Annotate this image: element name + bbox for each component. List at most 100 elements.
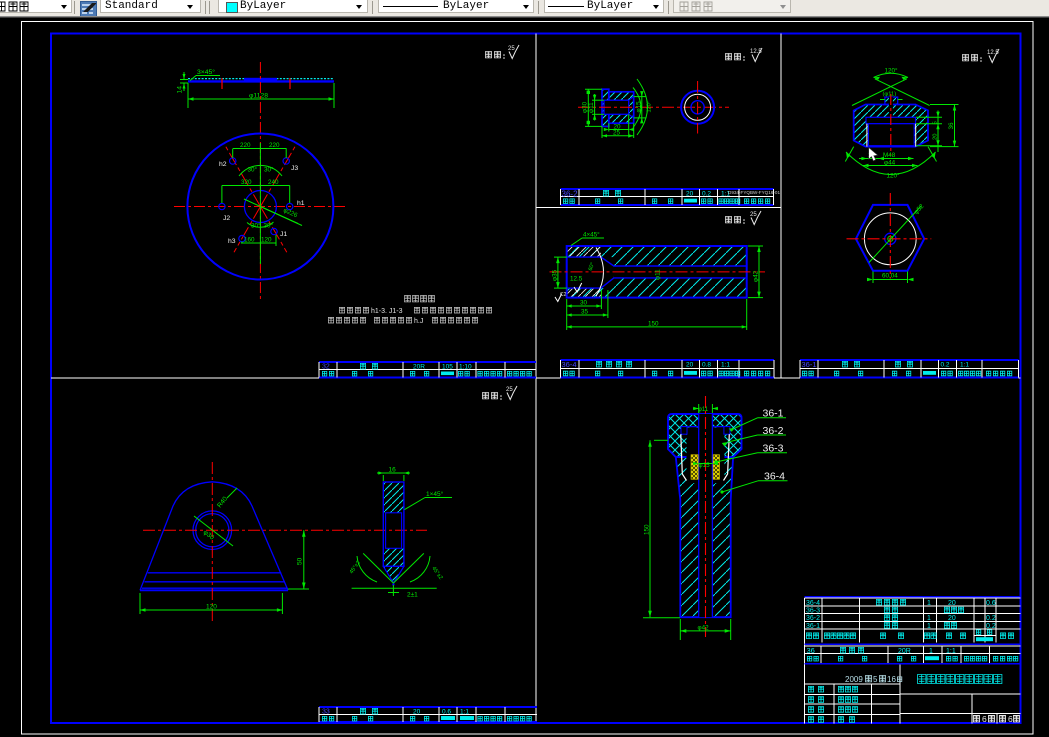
svg-text:0.2: 0.2 (941, 362, 950, 369)
svg-text:20: 20 (686, 362, 694, 369)
svg-text:4×45°: 4×45° (583, 231, 600, 239)
svg-text:20: 20 (413, 708, 421, 715)
svg-text:J1: J1 (280, 231, 287, 238)
svg-text:33: 33 (322, 709, 330, 716)
svg-text:20: 20 (932, 134, 938, 140)
svg-text:36: 36 (807, 646, 815, 655)
svg-text:20R: 20R (898, 648, 911, 655)
svg-text:h3: h3 (228, 238, 236, 245)
svg-text:6: 6 (1008, 714, 1013, 724)
svg-text:1: 1 (929, 648, 933, 655)
svg-text:h1: h1 (297, 200, 305, 207)
svg-text:1: 1 (927, 623, 931, 630)
svg-text:φ11: φ11 (698, 407, 709, 413)
svg-text:0.2: 0.2 (986, 623, 996, 630)
svg-text:D934-FYQBW-FYQ16-01: D934-FYQBW-FYQ16-01 (728, 190, 780, 195)
svg-text:25: 25 (508, 46, 515, 52)
svg-text:h.J: h.J (414, 318, 423, 325)
svg-text:(φ11): (φ11) (883, 92, 897, 98)
svg-text:3×45°: 3×45° (197, 68, 215, 76)
svg-text:150: 150 (644, 524, 651, 535)
svg-text:120°: 120° (647, 101, 653, 112)
svg-text:36-2: 36-2 (806, 615, 820, 622)
svg-text:36-2: 36-2 (562, 189, 579, 198)
svg-text:20: 20 (686, 191, 694, 198)
svg-text:20: 20 (948, 615, 956, 622)
svg-text:25: 25 (613, 130, 621, 137)
svg-text:J3: J3 (291, 165, 298, 172)
svg-text:h1-3. J1-3: h1-3. J1-3 (371, 308, 403, 315)
svg-text:0.8: 0.8 (702, 362, 711, 369)
svg-text:20: 20 (948, 600, 956, 607)
svg-text:30°: 30° (248, 166, 258, 174)
svg-text:25: 25 (750, 212, 757, 218)
svg-text:1:1: 1:1 (946, 648, 956, 655)
svg-text:32: 32 (322, 364, 330, 371)
svg-text:0.6: 0.6 (442, 708, 451, 715)
svg-text:36-1: 36-1 (763, 408, 784, 420)
svg-text:12.5: 12.5 (750, 49, 762, 55)
svg-text:30°: 30° (264, 166, 274, 174)
svg-text:45°±2: 45°±2 (430, 566, 443, 581)
svg-text:16: 16 (887, 675, 896, 684)
svg-text:120: 120 (261, 237, 272, 244)
svg-text:φ11: φ11 (655, 269, 662, 280)
svg-text:2±1: 2±1 (407, 592, 418, 599)
svg-text:φ15: φ15 (635, 101, 642, 113)
svg-text:1: 1 (927, 600, 931, 607)
svg-text:0.2: 0.2 (702, 191, 711, 198)
svg-text:220: 220 (240, 142, 251, 149)
svg-text:30°: 30° (251, 222, 261, 230)
svg-text:30°: 30° (264, 222, 274, 230)
svg-text:1: 1 (927, 615, 931, 622)
svg-text:M48: M48 (883, 152, 896, 159)
svg-text:φ15: φ15 (699, 462, 711, 469)
svg-text:0.6: 0.6 (986, 600, 996, 607)
svg-text:1:1: 1:1 (460, 708, 469, 715)
svg-text:φ11: φ11 (588, 102, 595, 113)
svg-text:120: 120 (206, 604, 217, 611)
svg-text:1:10: 1:10 (459, 363, 472, 370)
svg-text:160: 160 (244, 237, 255, 244)
svg-text:36: 36 (948, 122, 955, 130)
svg-text:50: 50 (297, 557, 304, 565)
svg-text:1:1: 1:1 (960, 362, 969, 369)
svg-text:12.5: 12.5 (987, 50, 999, 56)
svg-text:φ52: φ52 (913, 203, 926, 216)
svg-text:105: 105 (442, 363, 453, 370)
svg-text:16: 16 (389, 467, 397, 474)
svg-text:36-4: 36-4 (764, 471, 785, 483)
svg-text:14: 14 (177, 86, 184, 94)
svg-text:φ42: φ42 (698, 624, 710, 631)
svg-text:2009: 2009 (845, 675, 863, 684)
svg-text:120°: 120° (885, 67, 899, 75)
svg-text:20R: 20R (413, 363, 425, 370)
svg-text:h2: h2 (219, 161, 227, 168)
svg-text:25: 25 (506, 387, 513, 393)
svg-text:36-4: 36-4 (806, 600, 820, 607)
svg-text:6: 6 (982, 714, 987, 724)
svg-text:36-3: 36-3 (763, 443, 784, 455)
svg-text:150: 150 (648, 321, 659, 328)
svg-text:1:1: 1:1 (721, 362, 730, 369)
svg-text:30: 30 (580, 300, 588, 307)
svg-text:φ44: φ44 (884, 159, 896, 166)
svg-text:J2: J2 (223, 215, 230, 222)
svg-text:220: 220 (269, 142, 280, 149)
svg-text:0.2: 0.2 (986, 615, 996, 622)
svg-text:φ1128: φ1128 (249, 93, 268, 100)
svg-text:5: 5 (873, 675, 878, 684)
svg-text:120°: 120° (887, 172, 901, 180)
svg-text:36-3: 36-3 (806, 608, 820, 615)
svg-text:36-2: 36-2 (763, 425, 784, 437)
svg-text:φ35: φ35 (551, 269, 558, 281)
svg-text:35: 35 (581, 309, 589, 316)
svg-text:5: 5 (932, 121, 938, 124)
svg-text:12.5: 12.5 (570, 276, 583, 283)
svg-text:1×45°: 1×45° (426, 490, 444, 498)
svg-text:60.04: 60.04 (882, 273, 898, 280)
svg-text:C2: C2 (560, 292, 567, 298)
svg-text:36-1: 36-1 (806, 623, 820, 630)
svg-text:36-4: 36-4 (562, 360, 577, 369)
svg-text:320: 320 (241, 179, 252, 186)
